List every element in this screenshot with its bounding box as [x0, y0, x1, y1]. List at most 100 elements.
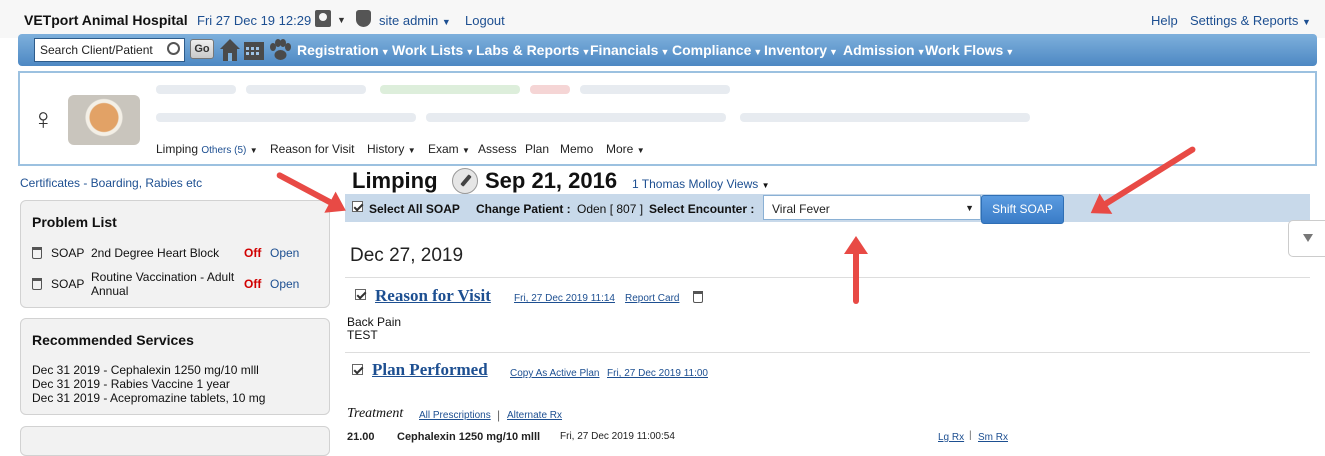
problem-open-link[interactable]: Open	[270, 246, 299, 260]
plan-timestamp[interactable]: Fri, 27 Dec 2019 11:00	[607, 368, 708, 379]
filter-icon[interactable]	[1288, 220, 1325, 257]
logout-link[interactable]: Logout	[465, 13, 505, 28]
alternate-rx-link[interactable]: Alternate Rx	[507, 410, 562, 421]
problem-name: 2nd Degree Heart Block	[91, 246, 220, 260]
search-input[interactable]: Search Client/Patient	[34, 38, 185, 62]
trash-icon[interactable]	[693, 291, 703, 303]
search-placeholder: Search Client/Patient	[40, 43, 153, 57]
chevron-down-icon: ▼	[829, 47, 838, 57]
female-icon: ♀	[32, 103, 55, 136]
menu-compliance[interactable]: Compliance ▼	[672, 42, 762, 58]
redacted-info	[580, 85, 730, 94]
current-datetime: Fri 27 Dec 19 12:29	[197, 13, 312, 28]
encounter-selected: Viral Fever	[772, 202, 830, 216]
patient-tab-problem[interactable]: Limping Others (5) ▼	[156, 142, 258, 156]
trash-icon[interactable]	[32, 247, 42, 259]
trash-icon[interactable]	[32, 278, 42, 290]
reason-checkbox[interactable]	[355, 289, 366, 300]
encounter-select[interactable]: Viral Fever ▼	[763, 195, 981, 220]
patient-tab-exam[interactable]: Exam ▼	[428, 142, 470, 156]
patient-tab-reason[interactable]: Reason for Visit	[270, 142, 355, 156]
patient-value: Oden [ 807 ]	[577, 202, 644, 216]
annotation-arrow	[853, 244, 859, 304]
treatment-drug: Cephalexin 1250 mg/10 mlll	[397, 431, 541, 443]
settings-menu[interactable]: Settings & Reports ▼	[1190, 13, 1311, 28]
chevron-down-icon: ▼	[660, 47, 670, 57]
large-rx-link[interactable]: Lg Rx	[938, 432, 964, 443]
select-all-checkbox[interactable]	[352, 201, 363, 212]
main-nav-bar: Search Client/Patient Go Registration ▼ W…	[18, 34, 1317, 66]
problem-status: Off	[244, 246, 262, 260]
problem-type: SOAP	[51, 246, 85, 260]
menu-work-lists[interactable]: Work Lists ▼	[392, 42, 474, 58]
report-card-link[interactable]: Report Card	[625, 293, 679, 304]
calendar-icon[interactable]	[243, 39, 265, 61]
chevron-down-icon: ▼	[1005, 47, 1015, 57]
treatment-label: Treatment	[347, 406, 404, 421]
divider	[345, 352, 1310, 353]
problem-open-link[interactable]: Open	[270, 277, 299, 291]
all-prescriptions-link[interactable]: All Prescriptions	[419, 410, 491, 421]
edit-icon[interactable]	[452, 168, 478, 194]
menu-work-flows[interactable]: Work Flows ▼	[925, 42, 1014, 58]
treatment-time: Fri, 27 Dec 2019 11:00:54	[560, 431, 675, 442]
divider	[345, 277, 1310, 278]
reason-text: Back Pain	[347, 315, 402, 329]
select-encounter-label: Select Encounter :	[649, 202, 755, 216]
reason-timestamp[interactable]: Fri, 27 Dec 2019 11:14	[514, 293, 615, 304]
user-menu[interactable]: site admin ▼	[379, 13, 451, 28]
entry-date: Dec 27, 2019	[350, 245, 464, 266]
copy-active-plan-link[interactable]: Copy As Active Plan	[510, 368, 600, 379]
select-all-label: Select All SOAP	[369, 202, 460, 216]
views-dropdown[interactable]: 1 Thomas Molloy Views ▼	[632, 177, 770, 191]
home-icon[interactable]	[219, 38, 241, 62]
soap-date: Sep 21, 2016	[485, 168, 618, 193]
shift-soap-button[interactable]: Shift SOAP	[981, 195, 1064, 224]
patient-tab-history[interactable]: History ▼	[367, 142, 416, 156]
certificates-link[interactable]: Certificates - Boarding, Rabies etc	[20, 176, 202, 190]
chevron-down-icon[interactable]: ▼	[337, 15, 346, 25]
menu-labs-reports[interactable]: Labs & Reports ▼	[476, 42, 590, 58]
patient-tab-plan[interactable]: Plan	[525, 142, 549, 156]
chevron-down-icon: ▼	[465, 47, 475, 57]
menu-financials[interactable]: Financials ▼	[590, 42, 669, 58]
separator: |	[969, 430, 972, 441]
brand-name: VETport Animal Hospital	[24, 12, 188, 28]
separator: |	[497, 408, 501, 422]
redacted-info	[156, 85, 236, 94]
plan-checkbox[interactable]	[352, 364, 363, 375]
chevron-down-icon: ▼	[753, 47, 763, 57]
redacted-info	[246, 85, 366, 94]
chevron-down-icon: ▼	[249, 146, 258, 155]
user-icon[interactable]	[315, 10, 331, 27]
chevron-down-icon: ▼	[1302, 17, 1311, 27]
soap-title: Limping	[352, 168, 438, 193]
redacted-info	[380, 85, 520, 94]
patient-tab-assess[interactable]: Assess	[478, 142, 517, 156]
chevron-down-icon: ▼	[441, 17, 451, 27]
redacted-info	[426, 113, 726, 122]
menu-inventory[interactable]: Inventory ▼	[764, 42, 838, 58]
recommended-services-card: Recommended Services Dec 31 2019 - Cepha…	[20, 318, 330, 415]
top-bar: VETport Animal Hospital Fri 27 Dec 19 12…	[0, 0, 1325, 38]
paw-icon[interactable]	[268, 38, 292, 62]
menu-registration[interactable]: Registration ▼	[297, 42, 390, 58]
patient-photo[interactable]	[68, 95, 140, 145]
recommended-item: Dec 31 2019 - Acepromazine tablets, 10 m…	[32, 391, 266, 405]
problem-status: Off	[244, 277, 262, 291]
patient-tab-memo[interactable]: Memo	[560, 142, 593, 156]
chevron-down-icon: ▼	[965, 203, 974, 213]
patient-header: ♀ Limping Others (5) ▼ Reason for Visit …	[18, 71, 1317, 166]
problem-type: SOAP	[51, 277, 85, 291]
search-icon[interactable]	[167, 42, 180, 55]
redacted-info	[530, 85, 570, 94]
help-link[interactable]: Help	[1151, 13, 1178, 28]
problem-list-card: Problem List SOAP 2nd Degree Heart Block…	[20, 200, 330, 308]
patient-tab-more[interactable]: More ▼	[606, 142, 645, 156]
reason-for-visit-title[interactable]: Reason for Visit	[375, 286, 491, 306]
small-rx-link[interactable]: Sm Rx	[978, 432, 1008, 443]
go-button[interactable]: Go	[190, 39, 214, 59]
menu-admission[interactable]: Admission ▼	[843, 42, 926, 58]
treatment-qty: 21.00	[347, 431, 375, 443]
plan-performed-title[interactable]: Plan Performed	[372, 360, 488, 380]
